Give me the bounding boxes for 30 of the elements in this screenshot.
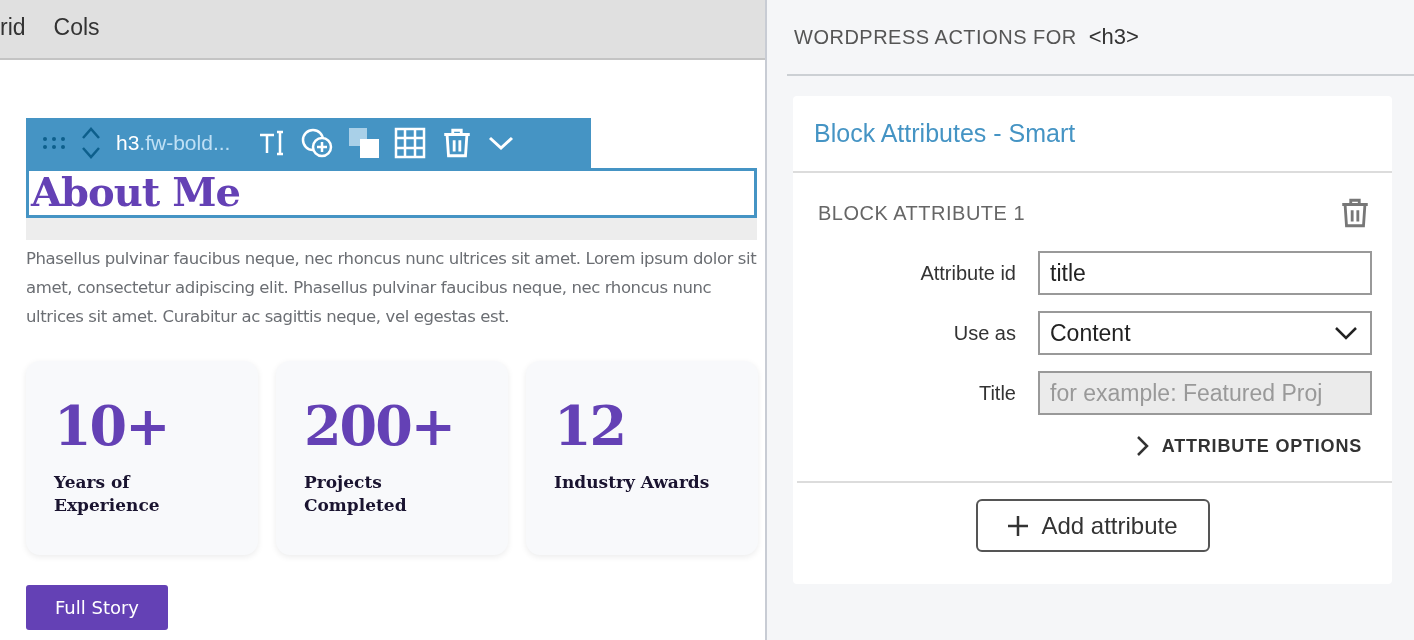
paragraph: Phasellus pulvinar faucibus neque, nec rhoncus nunc ultrices sit amet. Lorem ipsum dolor sit amet, consectetur adipiscing elit. Phasellus pulvinar faucibus neque, nec rhoncus nunc ultrices sit amet. Curabitur ac sagittis neque, vel egestas est. [26,248,757,328]
stat-value: 200+ [304,395,455,457]
attribute-options-toggle[interactable]: ATTRIBUTE OPTIONS [1135,435,1362,457]
heading: About Me [26,168,757,218]
drag-handle-icon[interactable] [42,136,66,150]
menu-item[interactable]: rid [0,13,26,41]
plus-icon [1007,514,1030,537]
add-attribute-button[interactable]: Add attribute [975,499,1210,552]
card-title: Block Attributes - Smart [793,96,1392,173]
section-title: BLOCK ATTRIBUTE 1 [818,201,1026,225]
field-label: Title [977,381,1016,405]
stat-label: Years of Experience [54,471,161,517]
field-label: Attribute id [919,261,1016,285]
chevron-down-icon [1334,326,1358,340]
input-field[interactable]: title [1038,251,1372,295]
select-field[interactable]: Content [1038,311,1372,355]
stat-value: 10+ [54,395,170,457]
menu-item[interactable]: Cols [53,13,100,41]
panel-title: WORDPRESS ACTIONS FOR [794,25,1077,49]
chevron-down-icon[interactable] [488,135,515,151]
full-story-button[interactable]: Full Story [26,585,168,630]
stat-value: 12 [554,395,627,457]
field-label: Use as [952,321,1016,345]
element-tag: <h3> [1088,24,1139,50]
stat-label: Projects Completed [304,471,408,517]
overlap-squares-icon[interactable] [348,127,381,159]
stat-label: Industry Awards [554,471,711,494]
chevron-icon [1135,435,1150,457]
grid-icon[interactable] [394,127,427,159]
up-down-arrows-icon[interactable] [80,126,102,160]
